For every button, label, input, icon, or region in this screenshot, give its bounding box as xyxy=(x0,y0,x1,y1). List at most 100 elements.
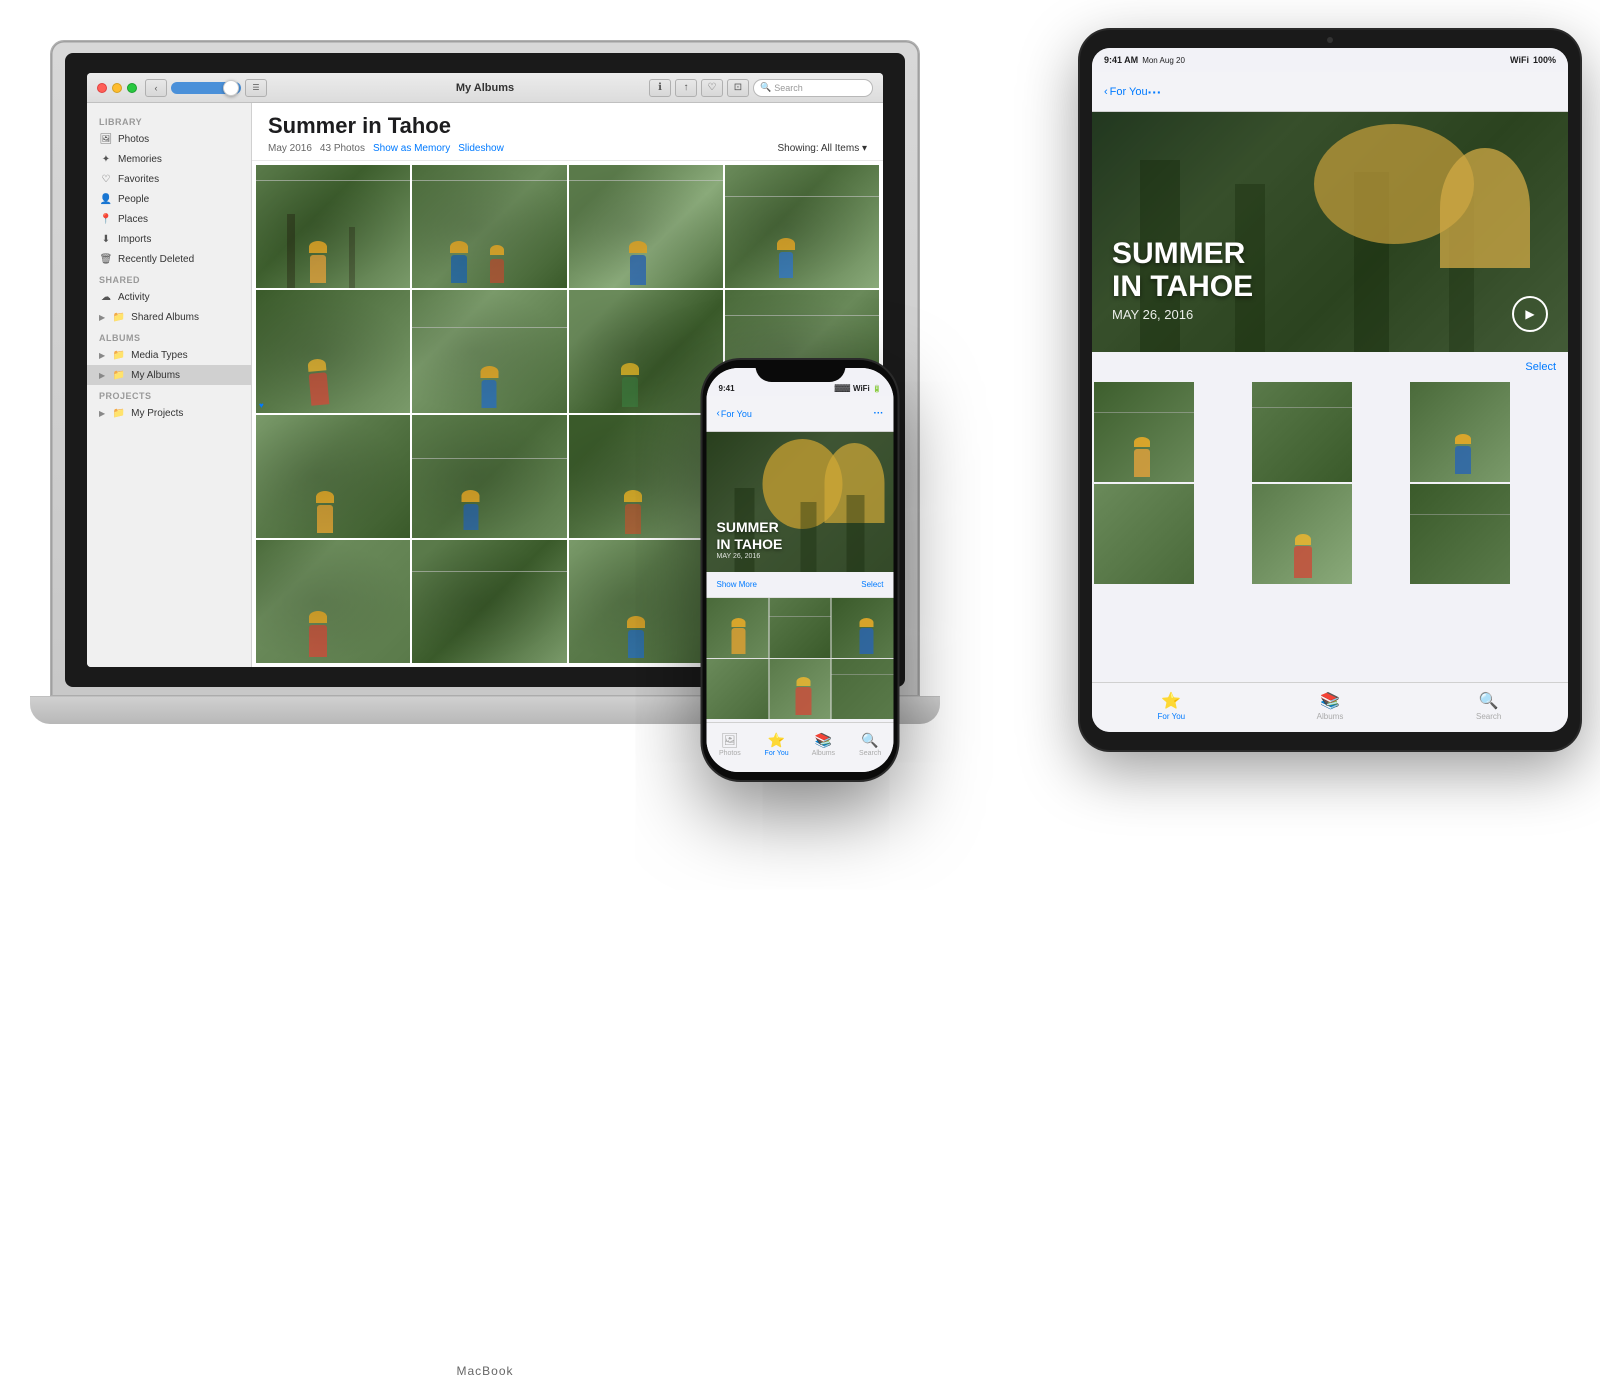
close-button[interactable] xyxy=(97,83,107,93)
ipad-photo-cell[interactable] xyxy=(1252,484,1352,584)
iphone-back-button[interactable]: ‹ For You xyxy=(717,408,752,419)
share-button[interactable]: ↑ xyxy=(675,79,697,97)
iphone-tab-for-you[interactable]: ⭐ For You xyxy=(753,732,800,757)
ipad-tab-albums[interactable]: 📚 Albums xyxy=(1251,691,1410,721)
ipad-battery: 100% xyxy=(1533,55,1556,65)
photo-cell[interactable] xyxy=(569,415,723,538)
photo-cell[interactable] xyxy=(412,540,566,663)
iphone-tab-search[interactable]: 🔍 Search xyxy=(847,732,894,757)
iphone-wifi-icon: WiFi xyxy=(853,384,870,393)
ipad-photo-cell[interactable] xyxy=(1094,484,1194,584)
minimize-button[interactable] xyxy=(112,83,122,93)
iphone-photo-cell[interactable] xyxy=(832,659,894,719)
sidebar-item-label: Memories xyxy=(118,154,162,165)
photo-cell[interactable] xyxy=(412,165,566,288)
showing-filter[interactable]: Showing: All Items ▾ xyxy=(777,143,867,154)
sidebar-item-places[interactable]: 📍 Places xyxy=(87,209,251,229)
iphone-hero: SUMMERIN TAHOE MAY 26, 2016 xyxy=(707,432,894,572)
ipad-select-button[interactable]: Select xyxy=(1525,361,1556,373)
iphone-more-button[interactable]: ··· xyxy=(874,408,884,419)
favorite-button[interactable]: ♡ xyxy=(701,79,723,97)
sidebar-item-label: My Projects xyxy=(131,408,183,419)
ipad-photo-cell[interactable] xyxy=(1410,382,1510,482)
rotate-button[interactable]: ⊡ xyxy=(727,79,749,97)
album-meta: May 2016 43 Photos Show as Memory Slides… xyxy=(268,143,867,154)
info-button[interactable]: ℹ xyxy=(649,79,671,97)
nav-arrows: ‹ xyxy=(145,79,167,97)
sidebar-toggle[interactable]: ☰ xyxy=(245,79,267,97)
expand-icon: ▶ xyxy=(99,409,105,418)
sidebar-item-people[interactable]: 👤 People xyxy=(87,189,251,209)
favorite-indicator: ♥ xyxy=(259,401,264,410)
sidebar-item-media-types[interactable]: ▶ 📁 Media Types xyxy=(87,345,251,365)
iphone-photo-cell[interactable] xyxy=(769,659,831,719)
iphone-photo-cell[interactable] xyxy=(707,598,769,658)
iphone-tab-albums[interactable]: 📚 Albums xyxy=(800,732,847,757)
slideshow-link[interactable]: Slideshow xyxy=(458,143,504,154)
iphone-photo-cell[interactable] xyxy=(832,598,894,658)
people-icon: 👤 xyxy=(99,192,113,206)
show-as-memory-link[interactable]: Show as Memory xyxy=(373,143,450,154)
photo-cell[interactable] xyxy=(256,165,410,288)
sidebar-item-my-albums[interactable]: ▶ 📁 My Albums xyxy=(87,365,251,385)
photo-cell[interactable]: ♥ xyxy=(256,290,410,413)
ipad-more-button[interactable]: ··· xyxy=(1148,84,1162,100)
album-title: Summer in Tahoe xyxy=(268,113,867,139)
sidebar-item-shared-albums[interactable]: ▶ 📁 Shared Albums xyxy=(87,307,251,327)
traffic-lights xyxy=(97,83,137,93)
toolbar-right: ℹ ↑ ♡ ⊡ 🔍 Search xyxy=(649,79,873,97)
sidebar-item-label: My Albums xyxy=(131,370,180,381)
ipad-photo-cell[interactable] xyxy=(1410,484,1510,584)
ipad-select-bar: Select xyxy=(1092,352,1568,382)
for-you-tab-label: For You xyxy=(765,750,789,757)
photo-cell[interactable] xyxy=(256,540,410,663)
search-bar[interactable]: 🔍 Search xyxy=(753,79,873,97)
photo-cell[interactable] xyxy=(412,290,566,413)
sidebar-item-memories[interactable]: ✦ Memories xyxy=(87,149,251,169)
ipad-back-button[interactable]: ‹ For You xyxy=(1104,86,1148,98)
ipad-tab-search[interactable]: 🔍 Search xyxy=(1409,691,1568,721)
sidebar-item-favorites[interactable]: ♡ Favorites xyxy=(87,169,251,189)
iphone-hero-date: MAY 26, 2016 xyxy=(717,553,783,560)
sidebar-item-recently-deleted[interactable]: 🗑 Recently Deleted xyxy=(87,249,251,269)
back-button[interactable]: ‹ xyxy=(145,79,167,97)
macbook-label: MacBook xyxy=(456,1364,513,1378)
for-you-tab-icon: ⭐ xyxy=(1161,691,1181,711)
ipad-play-button[interactable]: ▶ xyxy=(1512,296,1548,332)
sidebar-item-photos[interactable]: 🖼 Photos xyxy=(87,129,251,149)
photo-cell[interactable] xyxy=(569,290,723,413)
sidebar-item-label: Imports xyxy=(118,234,151,245)
iphone-tab-photos[interactable]: 🖼 Photos xyxy=(707,732,754,757)
search-tab-icon: 🔍 xyxy=(861,732,878,749)
iphone-photo-grid xyxy=(707,598,894,719)
sidebar: Library 🖼 Photos ✦ Memories xyxy=(87,103,252,667)
album-date: May 2016 xyxy=(268,143,312,154)
iphone-frame: 9:41 ▓▓▓ WiFi 🔋 ‹ For You ··· xyxy=(703,360,898,780)
iphone-show-more-button[interactable]: Show More xyxy=(717,580,757,589)
my-albums-icon: 📁 xyxy=(112,368,126,382)
library-header: Library xyxy=(87,111,251,129)
imports-icon: ⬇ xyxy=(99,232,113,246)
photo-cell[interactable] xyxy=(256,415,410,538)
photo-cell[interactable] xyxy=(412,415,566,538)
photo-cell[interactable] xyxy=(569,165,723,288)
iphone-navbar: ‹ For You ··· xyxy=(707,396,894,432)
iphone-photo-cell[interactable] xyxy=(707,659,769,719)
maximize-button[interactable] xyxy=(127,83,137,93)
photo-cell[interactable] xyxy=(569,540,723,663)
ipad-photo-grid xyxy=(1092,382,1568,584)
sidebar-item-my-projects[interactable]: ▶ 📁 My Projects xyxy=(87,403,251,423)
iphone-battery-icon: 🔋 xyxy=(873,385,882,393)
ipad-tab-for-you[interactable]: ⭐ For You xyxy=(1092,691,1251,721)
photo-cell[interactable] xyxy=(725,165,879,288)
ipad-photo-cell[interactable] xyxy=(1252,382,1352,482)
album-count: 43 Photos xyxy=(320,143,365,154)
shared-albums-icon: 📁 xyxy=(112,310,126,324)
zoom-slider[interactable] xyxy=(171,82,241,94)
iphone-photo-cell[interactable] xyxy=(769,598,831,658)
sidebar-item-activity[interactable]: ☁ Activity xyxy=(87,287,251,307)
sidebar-item-imports[interactable]: ⬇ Imports xyxy=(87,229,251,249)
iphone-select-button[interactable]: Select xyxy=(861,580,883,589)
ipad-photo-cell[interactable] xyxy=(1094,382,1194,482)
expand-icon: ▶ xyxy=(99,371,105,380)
